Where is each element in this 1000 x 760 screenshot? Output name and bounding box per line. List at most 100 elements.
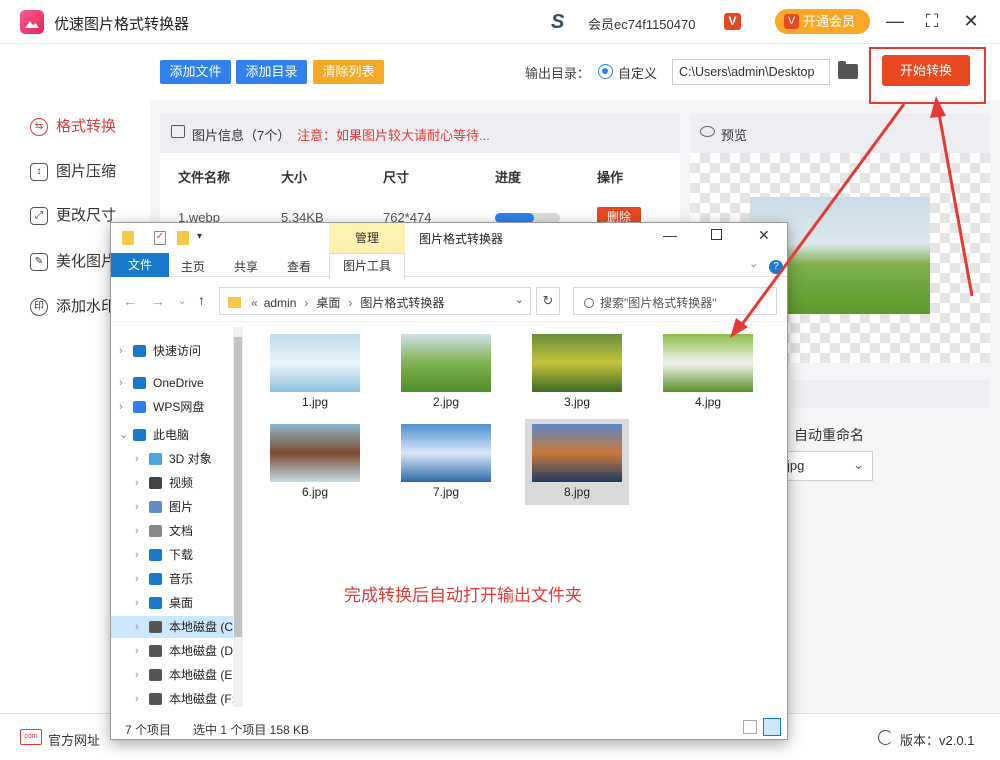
nav-tree-item[interactable]: › 快速访问 xyxy=(111,340,233,362)
status-item-count: 7 个项目 xyxy=(125,723,172,737)
version-value: v2.0.1 xyxy=(939,733,975,748)
chevron-right-icon[interactable]: › xyxy=(135,688,139,710)
chevron-right-icon[interactable]: › xyxy=(135,592,139,614)
explorer-maximize-button[interactable] xyxy=(711,229,722,240)
tab-share[interactable]: 共享 xyxy=(234,258,258,275)
address-part[interactable]: 图片格式转换器 xyxy=(360,296,444,310)
up-arrow-icon[interactable]: ↑ xyxy=(198,292,205,308)
file-thumbnail[interactable]: 6.jpg xyxy=(263,419,367,505)
nav-tree-item[interactable]: › 本地磁盘 (D xyxy=(111,640,233,662)
file-thumbnail[interactable]: 1.jpg xyxy=(263,329,367,415)
address-part[interactable]: 桌面 xyxy=(316,296,340,310)
chevron-down-icon[interactable]: ⌄ xyxy=(119,424,128,446)
sidebar-item-watermark[interactable]: 印添加水印 xyxy=(30,296,116,318)
nav-tree-item[interactable]: › WPS网盘 xyxy=(111,396,233,418)
preview-label: 预览 xyxy=(721,128,748,143)
chevron-right-icon[interactable]: › xyxy=(135,448,139,470)
address-dropdown-icon[interactable]: ⌄ xyxy=(515,293,524,306)
forward-arrow-icon[interactable]: → xyxy=(151,293,165,309)
tab-view[interactable]: 查看 xyxy=(287,258,311,275)
explorer-close-button[interactable]: ✕ xyxy=(758,227,770,244)
nav-tree-item[interactable]: › 视频 xyxy=(111,472,233,494)
download-icon xyxy=(149,549,162,561)
sidebar-item-compress[interactable]: ↕ 图片压缩 xyxy=(30,161,116,183)
folder-browse-icon[interactable] xyxy=(838,61,858,79)
chevron-down-icon: ⌄ xyxy=(853,457,864,472)
properties-icon[interactable]: ✓ xyxy=(154,231,166,245)
recent-dropdown-icon[interactable]: ⌄ xyxy=(178,296,186,307)
explorer-minimize-button[interactable]: — xyxy=(663,227,677,243)
tab-picture-tools[interactable]: 图片工具 xyxy=(329,253,405,278)
thumbnail-image xyxy=(270,334,360,392)
auto-open-message: 完成转换后自动打开输出文件夹 xyxy=(344,586,582,605)
tab-file[interactable]: 文件 xyxy=(111,253,169,277)
nav-tree-item[interactable]: ⌄ 此电脑 xyxy=(111,424,233,446)
close-button[interactable]: ✕ xyxy=(960,10,982,32)
maximize-button[interactable]: ⛶ xyxy=(921,10,943,32)
minimize-button[interactable]: — xyxy=(884,10,906,32)
nav-tree-item[interactable]: › OneDrive xyxy=(111,372,233,394)
collapse-ribbon-icon[interactable]: ⌄ xyxy=(749,257,758,270)
nav-tree-item[interactable]: › 图片 xyxy=(111,496,233,518)
chevron-right-icon[interactable]: › xyxy=(135,616,139,638)
quick-access-dropdown-icon[interactable]: ▾ xyxy=(197,231,202,242)
nav-tree-item[interactable]: › 音乐 xyxy=(111,568,233,590)
chevron-right-icon[interactable]: › xyxy=(135,520,139,542)
chevron-right-icon[interactable]: › xyxy=(135,568,139,590)
help-icon[interactable]: ? xyxy=(769,260,783,274)
add-dir-button[interactable]: 添加目录 xyxy=(236,60,307,84)
manage-tab[interactable]: 管理 xyxy=(329,223,405,253)
user-name[interactable]: 会员ec74f1150470 xyxy=(588,14,695,33)
chevron-right-icon[interactable]: › xyxy=(119,396,123,418)
file-thumbnail[interactable]: 8.jpg xyxy=(525,419,629,505)
start-convert-button[interactable]: 开始转换 xyxy=(882,55,970,86)
sidebar-item-beautify[interactable]: ✎ 美化图片 xyxy=(30,251,116,273)
nav-tree-item[interactable]: › 桌面 xyxy=(111,592,233,614)
chevron-right-icon[interactable]: › xyxy=(135,640,139,662)
chevron-right-icon[interactable]: › xyxy=(135,496,139,518)
official-site-link[interactable]: 官方网址 xyxy=(48,730,100,749)
tab-home[interactable]: 主页 xyxy=(181,258,205,275)
scrollbar-thumb[interactable] xyxy=(234,337,242,637)
cloud-icon xyxy=(133,377,146,389)
nav-tree-item[interactable]: › 3D 对象 xyxy=(111,448,233,470)
nav-tree-item[interactable]: › 文档 xyxy=(111,520,233,542)
col-header-action: 操作 xyxy=(597,170,624,185)
chevron-right-icon[interactable]: › xyxy=(119,372,123,394)
add-file-button[interactable]: 添加文件 xyxy=(160,60,231,84)
nav-tree-item[interactable]: › 本地磁盘 (C xyxy=(111,616,233,638)
update-icon xyxy=(878,730,893,745)
clear-list-button[interactable]: 清除列表 xyxy=(313,60,384,84)
nav-tree-item[interactable]: › 本地磁盘 (F: xyxy=(111,688,233,710)
nav-tree-item[interactable]: › 下载 xyxy=(111,544,233,566)
new-folder-icon[interactable] xyxy=(177,231,189,245)
open-vip-button[interactable]: V 开通会员 xyxy=(775,9,870,34)
status-selection: 选中 1 个项目 158 KB xyxy=(193,723,310,737)
file-thumbnail[interactable]: 4.jpg xyxy=(656,329,760,415)
large-icons-view-icon[interactable] xyxy=(763,718,781,736)
chevron-right-icon[interactable]: › xyxy=(135,664,139,686)
back-arrow-icon[interactable]: ← xyxy=(123,293,137,309)
refresh-icon[interactable]: ↻ xyxy=(536,287,560,315)
cube-icon xyxy=(149,453,162,465)
file-thumbnail[interactable]: 7.jpg xyxy=(394,419,498,505)
chevron-right-icon[interactable]: › xyxy=(135,472,139,494)
sidebar-item-format-convert[interactable]: ⇆ 格式转换 xyxy=(30,116,116,138)
file-name: 2.jpg xyxy=(432,395,460,409)
address-overflow[interactable]: « xyxy=(251,296,258,310)
file-name: 1.jpg xyxy=(301,395,329,409)
file-thumbnail[interactable]: 3.jpg xyxy=(525,329,629,415)
nav-scrollbar[interactable] xyxy=(233,327,243,707)
search-input[interactable]: 搜索"图片格式转换器" xyxy=(573,287,777,315)
address-part[interactable]: admin xyxy=(264,296,297,310)
chevron-right-icon[interactable]: › xyxy=(135,544,139,566)
address-bar[interactable]: « admin › 桌面 › 图片格式转换器 ⌄ xyxy=(219,287,531,315)
output-path-input[interactable] xyxy=(672,59,830,85)
nav-tree-item[interactable]: › 本地磁盘 (E xyxy=(111,664,233,686)
custom-radio[interactable] xyxy=(598,64,613,79)
chevron-right-icon[interactable]: › xyxy=(119,340,123,362)
format-select[interactable]: jpg ⌄ xyxy=(778,451,873,481)
file-thumbnail[interactable]: 2.jpg xyxy=(394,329,498,415)
details-view-icon[interactable] xyxy=(743,720,757,734)
sidebar-item-resize[interactable]: ⤢ 更改尺寸 xyxy=(30,205,116,227)
